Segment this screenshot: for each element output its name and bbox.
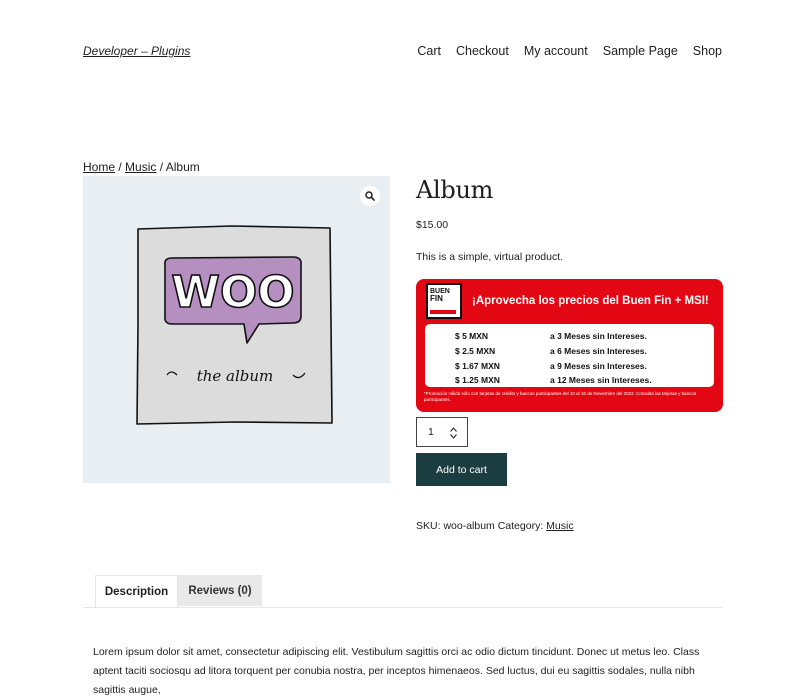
product-price: $15.00 <box>416 219 449 231</box>
breadcrumb-separator: / <box>115 160 126 174</box>
promo-footnote: *Promoción válida sólo con tarjetas de c… <box>424 391 697 402</box>
breadcrumb-separator: / <box>156 160 166 174</box>
promo-banner: BUEN FIN ¡Aprovecha los precios del Buen… <box>416 279 723 412</box>
sku-value: woo-album <box>443 520 495 532</box>
album-cover-image: WOO the album <box>136 225 333 425</box>
search-icon <box>365 191 375 201</box>
category-label: Category: <box>497 520 544 532</box>
primary-nav: Cart Checkout My account Sample Page Sho… <box>417 44 722 58</box>
spinner-arrows-icon[interactable] <box>450 427 457 439</box>
promo-amount: $ 1.25 MXN <box>455 375 500 385</box>
product-title: Album <box>416 176 494 204</box>
nav-checkout[interactable]: Checkout <box>456 44 509 58</box>
quantity-value: 1 <box>428 426 434 438</box>
promo-installments-table: $ 5 MXN a 3 Meses sin Intereses. $ 2.5 M… <box>425 324 714 387</box>
tab-reviews[interactable]: Reviews (0) <box>178 575 262 606</box>
breadcrumb-home[interactable]: Home <box>83 160 115 174</box>
product-tabs: Description Reviews (0) <box>83 575 723 608</box>
buen-fin-logo: BUEN FIN <box>426 283 462 319</box>
promo-row: $ 5 MXN a 3 Meses sin Intereses. <box>425 331 714 345</box>
promo-amount: $ 1.67 MXN <box>455 361 500 371</box>
promo-amount: $ 5 MXN <box>455 331 489 341</box>
album-bubble-text: WOO <box>171 267 294 318</box>
nav-shop[interactable]: Shop <box>693 44 722 58</box>
breadcrumb: Home / Music / Album <box>83 160 200 174</box>
sku-label: SKU: <box>416 520 441 532</box>
promo-amount: $ 2.5 MXN <box>455 346 496 356</box>
category-link[interactable]: Music <box>546 520 573 532</box>
add-to-cart-button[interactable]: Add to cart <box>416 453 507 486</box>
nav-my-account[interactable]: My account <box>524 44 588 58</box>
site-title-link[interactable]: Developer – Plugins <box>83 44 190 58</box>
album-caption: the album <box>197 367 274 385</box>
gallery-zoom-button[interactable] <box>360 186 380 206</box>
breadcrumb-music[interactable]: Music <box>125 160 156 174</box>
promo-row: $ 1.25 MXN a 12 Meses sin Intereses. <box>425 375 714 389</box>
promo-heading: ¡Aprovecha los precios del Buen Fin + MS… <box>472 295 709 307</box>
promo-term: a 12 Meses sin Intereses. <box>550 375 652 385</box>
logo-bar <box>430 310 456 314</box>
description-text: Lorem ipsum dolor sit amet, consectetur … <box>93 646 700 696</box>
product-short-description: This is a simple, virtual product. <box>416 251 564 263</box>
nav-cart[interactable]: Cart <box>417 44 441 58</box>
product-gallery: WOO the album <box>83 176 390 483</box>
promo-row: $ 2.5 MXN a 6 Meses sin Intereses. <box>425 346 714 360</box>
promo-term: a 6 Meses sin Intereses. <box>550 346 647 356</box>
product-meta: SKU: woo-album Category: Music <box>416 520 574 532</box>
promo-row: $ 1.67 MXN a 9 Meses sin Intereses. <box>425 361 714 375</box>
breadcrumb-current: Album <box>165 160 200 174</box>
quantity-stepper[interactable]: 1 <box>416 417 468 447</box>
nav-sample-page[interactable]: Sample Page <box>603 44 678 58</box>
promo-term: a 9 Meses sin Intereses. <box>550 361 647 371</box>
promo-term: a 3 Meses sin Intereses. <box>550 331 647 341</box>
tab-description[interactable]: Description <box>95 575 178 607</box>
logo-line-2: FIN <box>430 294 443 303</box>
